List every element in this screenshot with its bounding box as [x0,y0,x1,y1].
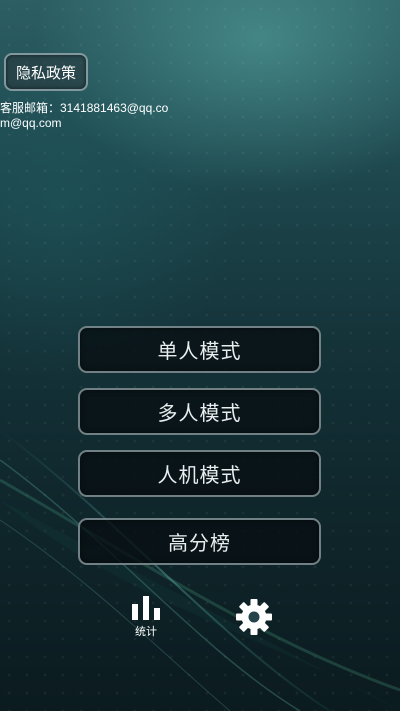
bar-chart-icon [132,596,160,620]
settings-button[interactable] [235,598,273,636]
customer-service-email: 客服邮箱：3141881463@qq.com@qq.com [0,101,169,130]
statistics-label: 统计 [135,625,157,638]
statistics-button[interactable]: 统计 [126,596,166,640]
multiplayer-mode-button[interactable]: 多人模式 [78,388,321,435]
privacy-policy-button[interactable]: 隐私政策 [4,53,88,91]
leaderboard-button[interactable]: 高分榜 [78,518,321,565]
vs-computer-mode-button[interactable]: 人机模式 [78,450,321,497]
gear-icon [236,599,272,635]
single-player-mode-button[interactable]: 单人模式 [78,326,321,373]
